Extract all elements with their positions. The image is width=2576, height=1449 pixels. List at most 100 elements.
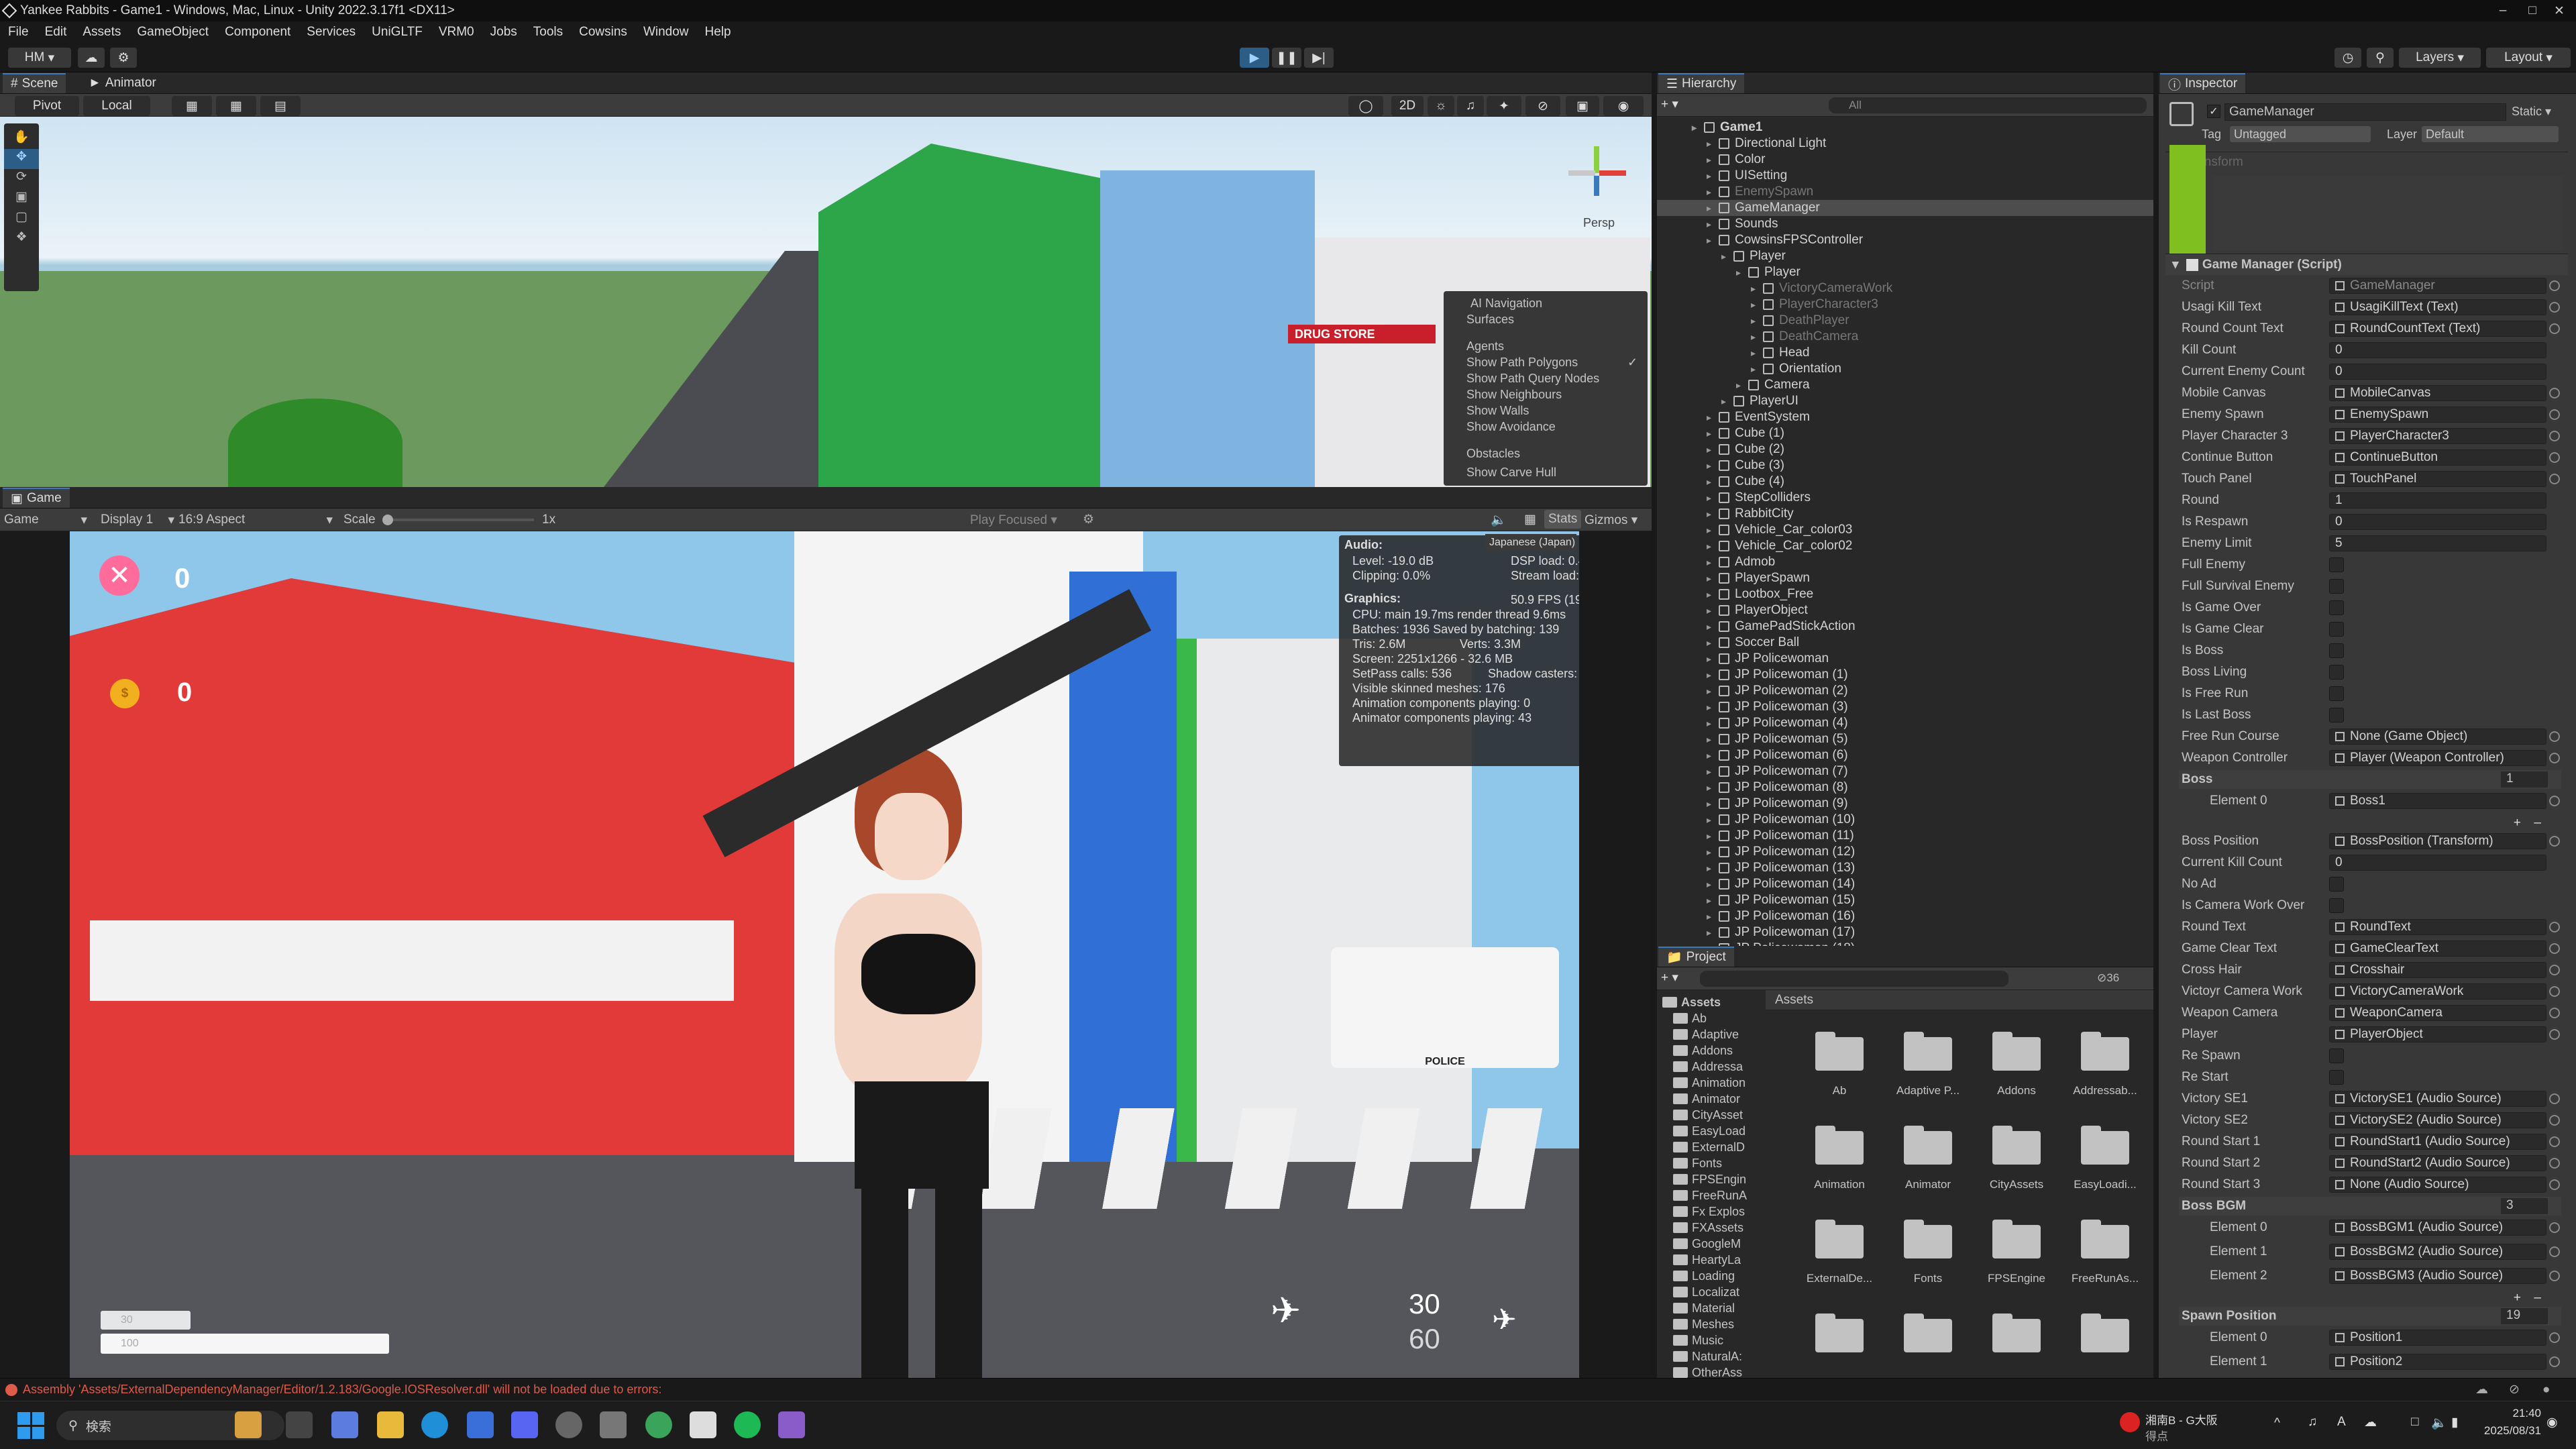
project-tree-folder[interactable]: Fx Explos: [1673, 1203, 1745, 1220]
spotify-icon[interactable]: [734, 1411, 761, 1438]
project-tree-folder[interactable]: NaturalA:: [1673, 1348, 1742, 1364]
layer-dropdown[interactable]: Default: [2422, 126, 2559, 142]
project-tree-folder[interactable]: Meshes: [1673, 1316, 1734, 1332]
visual-studio-icon[interactable]: [778, 1411, 805, 1438]
number-field[interactable]: 0: [2329, 364, 2546, 380]
hierarchy-item[interactable]: ▸ DeathCamera: [1657, 329, 2153, 345]
object-picker-icon[interactable]: [2549, 280, 2560, 291]
asset-folder-item[interactable]: Adaptive P...: [1888, 1030, 1968, 1118]
project-tree-folder[interactable]: Animator: [1673, 1091, 1740, 1107]
hierarchy-item[interactable]: ▸ JP Policewoman (12): [1657, 844, 2153, 860]
task-view-icon[interactable]: [286, 1411, 313, 1438]
object-picker-icon[interactable]: [2549, 409, 2560, 420]
account-dropdown[interactable]: HM ▾: [8, 48, 71, 68]
view-tool-icon[interactable]: ✋: [4, 129, 39, 149]
project-tree-folder[interactable]: Ab: [1673, 1010, 1707, 1026]
expand-arrow-icon[interactable]: ▸: [1707, 154, 1716, 166]
asset-folder-item[interactable]: ExternalDe...: [1799, 1218, 1880, 1305]
static-toggle[interactable]: Static ▾: [2512, 105, 2551, 119]
frame-debug-icon[interactable]: ▦: [1524, 512, 1536, 527]
hierarchy-item[interactable]: ▸ PlayerObject: [1657, 602, 2153, 619]
tab-animator[interactable]: ► Animator: [80, 73, 164, 93]
hierarchy-item[interactable]: ▸ Cube (4): [1657, 474, 2153, 490]
expand-arrow-icon[interactable]: ▸: [1707, 879, 1716, 890]
object-reference-field[interactable]: RoundCountText (Text): [2329, 321, 2546, 337]
expand-arrow-icon[interactable]: ▸: [1707, 895, 1716, 906]
menu-file[interactable]: File: [0, 25, 37, 40]
show-path-query-nodes[interactable]: Show Path Query Nodes: [1466, 372, 1599, 386]
expand-arrow-icon[interactable]: ▸: [1707, 847, 1716, 858]
field-checkbox[interactable]: [2329, 665, 2344, 680]
tray-chevron-icon[interactable]: ^: [2274, 1416, 2280, 1431]
hierarchy-item[interactable]: ▸ EnemySpawn: [1657, 184, 2153, 200]
field-checkbox[interactable]: [2329, 600, 2344, 615]
object-picker-icon[interactable]: [2549, 1246, 2560, 1257]
project-tree-folder[interactable]: Addressa: [1673, 1059, 1743, 1075]
hierarchy-item[interactable]: ▸ JP Policewoman (3): [1657, 699, 2153, 715]
field-checkbox[interactable]: [2329, 643, 2344, 658]
object-reference-field[interactable]: TouchPanel: [2329, 471, 2546, 487]
field-checkbox[interactable]: [2329, 557, 2344, 572]
tab-project[interactable]: 📁 Project: [1658, 947, 1734, 967]
expand-arrow-icon[interactable]: ▸: [1751, 331, 1760, 343]
microphone-icon[interactable]: ♫: [2308, 1415, 2317, 1430]
chrome-icon[interactable]: [645, 1411, 672, 1438]
volume-icon[interactable]: 🔈: [2431, 1415, 2447, 1431]
hidden-objects-toggle[interactable]: ⊘: [1525, 96, 1560, 116]
object-picker-icon[interactable]: [2549, 431, 2560, 441]
asset-folder-item[interactable]: Addons: [1976, 1030, 2057, 1118]
field-checkbox[interactable]: [2329, 708, 2344, 722]
discord-icon[interactable]: [511, 1411, 538, 1438]
rect-tool-icon[interactable]: ▢: [4, 209, 39, 229]
object-reference-field[interactable]: EnemySpawn: [2329, 407, 2546, 423]
hierarchy-item[interactable]: ▸ GamePadStickAction: [1657, 619, 2153, 635]
hierarchy-search-input[interactable]: All: [1829, 97, 2147, 113]
ime-icon[interactable]: A: [2337, 1415, 2346, 1430]
list-size-field[interactable]: 3: [2501, 1198, 2548, 1214]
lighting-toggle[interactable]: ☼: [1428, 96, 1454, 116]
hierarchy-item[interactable]: ▸ PlayerCharacter3: [1657, 297, 2153, 313]
asset-folder-item[interactable]: Ab: [1799, 1030, 1880, 1118]
hidden-packages-icon[interactable]: ⊘36: [2097, 971, 2119, 985]
project-tree-folder[interactable]: Fonts: [1673, 1155, 1722, 1171]
menu-jobs[interactable]: Jobs: [482, 25, 525, 40]
hierarchy-item[interactable]: ▸ CowsinsFPSController: [1657, 232, 2153, 248]
add-element-button[interactable]: +: [2514, 816, 2521, 830]
object-picker-icon[interactable]: [2549, 1136, 2560, 1147]
snap-increment-button[interactable]: ▦: [216, 96, 256, 116]
copilot-icon[interactable]: [331, 1411, 358, 1438]
object-reference-field[interactable]: RoundText: [2329, 919, 2546, 935]
project-tree-folder[interactable]: Material: [1673, 1300, 1735, 1316]
project-tree-folder[interactable]: Adaptive: [1673, 1026, 1739, 1042]
expand-arrow-icon[interactable]: ▸: [1707, 718, 1716, 729]
number-field[interactable]: 0: [2329, 342, 2546, 358]
project-tree-folder[interactable]: Addons: [1673, 1042, 1733, 1059]
menu-services[interactable]: Services: [299, 25, 364, 40]
language-dropdown[interactable]: Japanese (Japan) (ja-JP): [1485, 534, 1576, 551]
progress-icon[interactable]: ⊘: [2509, 1382, 2520, 1397]
object-picker-icon[interactable]: [2549, 1271, 2560, 1281]
hierarchy-item[interactable]: ▸ JP Policewoman (1): [1657, 667, 2153, 683]
battery-icon[interactable]: ▮: [2451, 1415, 2458, 1430]
scene-viewport[interactable]: DRUG STORE ✋ ✥ ⟳ ▣ ▢ ❖ Persp AI Navigati…: [0, 117, 1652, 487]
hierarchy-item[interactable]: ▸ PlayerUI: [1657, 393, 2153, 409]
asset-folder-item[interactable]: Addressab...: [2065, 1030, 2145, 1118]
notifications-icon[interactable]: ●: [2542, 1383, 2550, 1397]
hierarchy-item[interactable]: ▸ Soccer Ball: [1657, 635, 2153, 651]
project-tree-folder[interactable]: Localizat: [1673, 1284, 1739, 1300]
project-tree-folder[interactable]: ExternalD: [1673, 1139, 1745, 1155]
expand-arrow-icon[interactable]: ▸: [1707, 203, 1716, 214]
object-reference-field[interactable]: Position2: [2329, 1354, 2546, 1370]
number-field[interactable]: 0: [2329, 514, 2546, 530]
weather-widget[interactable]: 湘南B - G大阪 得点: [2120, 1407, 2254, 1444]
object-picker-icon[interactable]: [2549, 452, 2560, 463]
display-dropdown[interactable]: Display 1 ▾: [101, 513, 174, 527]
field-checkbox[interactable]: [2329, 622, 2344, 637]
hierarchy-item[interactable]: ▸ Game1: [1657, 119, 2153, 136]
asset-folder-item[interactable]: [1799, 1312, 1880, 1378]
unity-editor-icon[interactable]: [690, 1411, 716, 1438]
project-search-input[interactable]: [1700, 971, 2008, 987]
expand-arrow-icon[interactable]: ▸: [1707, 814, 1716, 826]
hierarchy-item[interactable]: ▸ JP Policewoman (8): [1657, 780, 2153, 796]
draw-mode-button[interactable]: ◯: [1348, 96, 1383, 116]
